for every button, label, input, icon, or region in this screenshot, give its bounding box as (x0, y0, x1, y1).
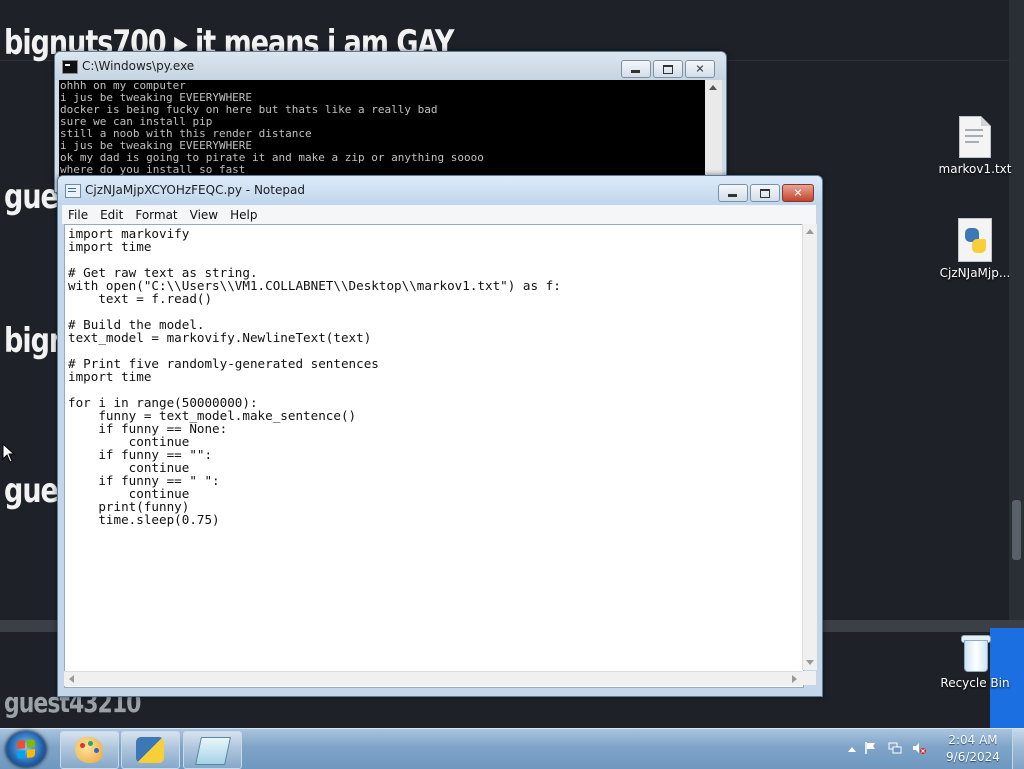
system-clock[interactable]: 2:04 AM 9/6/2024 (938, 732, 1008, 766)
desktop-icon-label: CjzNJaMjp... (939, 266, 1011, 280)
minimize-icon (728, 194, 737, 197)
code-text[interactable]: import markovify import time # Get raw t… (65, 225, 803, 528)
show-hidden-icons-icon[interactable] (848, 747, 856, 752)
console-scrollbar[interactable] (705, 80, 722, 190)
scroll-up-icon[interactable] (806, 229, 814, 234)
horizontal-scrollbar[interactable] (64, 671, 802, 686)
close-button[interactable]: ✕ (685, 60, 715, 78)
scrollbar-corner (802, 671, 816, 685)
notepad-icon (65, 184, 81, 198)
wallpaper-scrollbar (1009, 0, 1024, 620)
minimize-button[interactable] (718, 184, 748, 202)
clock-time: 2:04 AM (948, 733, 998, 747)
maximize-button[interactable] (750, 184, 780, 202)
console-title: C:\Windows\py.exe (82, 59, 195, 73)
recycle-bin-icon (960, 632, 991, 672)
scroll-right-icon[interactable] (792, 675, 797, 683)
console-icon (62, 60, 78, 74)
paint-icon (75, 737, 103, 763)
code-line: text_model = markovify.NewlineText(text) (68, 330, 372, 345)
menu-edit[interactable]: Edit (94, 208, 129, 222)
notepad-titlebar[interactable]: CjzNJaMjpXCYOHzFEQC.py - Notepad ✕ (58, 176, 822, 206)
close-icon: ✕ (695, 62, 705, 76)
clock-date: 9/6/2024 (946, 750, 1000, 764)
close-icon: ✕ (793, 186, 803, 200)
desktop-icon-markov1[interactable]: markov1.txt (935, 116, 1015, 176)
notepad-title: CjzNJaMjpXCYOHzFEQC.py - Notepad (85, 183, 305, 197)
taskbar: 2:04 AM 9/6/2024 (0, 728, 1024, 769)
code-line: import markovify (68, 226, 190, 241)
taskbar-item-paint[interactable] (60, 731, 119, 769)
desktop-icon-label: markov1.txt (938, 162, 1012, 176)
desktop-icon-label: Recycle Bin (940, 676, 1010, 690)
python-file-icon (958, 218, 992, 262)
maximize-button[interactable] (653, 60, 683, 78)
python-launcher-icon (136, 737, 164, 763)
code-line: time.sleep(0.75) (68, 512, 220, 527)
desktop-icon-python-script[interactable]: CjzNJaMjp... (935, 218, 1015, 280)
scroll-down-icon[interactable] (806, 660, 814, 665)
volume-muted-icon[interactable] (912, 741, 926, 755)
windows-logo-icon (17, 739, 35, 759)
notepad-icon (195, 737, 231, 765)
menu-view[interactable]: View (184, 208, 224, 222)
maximize-icon (663, 65, 673, 74)
taskbar-item-python[interactable] (121, 731, 180, 769)
notepad-window[interactable]: CjzNJaMjpXCYOHzFEQC.py - Notepad ✕ File … (57, 175, 823, 697)
code-line: import time (68, 239, 152, 254)
console-output[interactable]: ohhh on my computer i jus be tweaking EV… (59, 80, 705, 190)
network-icon[interactable] (888, 741, 902, 755)
mouse-cursor-icon (2, 443, 16, 463)
action-center-flag-icon[interactable] (864, 741, 878, 755)
console-titlebar[interactable]: C:\Windows\py.exe ✕ (55, 52, 726, 80)
code-line: # Print five randomly-generated sentence… (68, 356, 379, 371)
code-line: text = f.read() (68, 291, 213, 306)
console-window[interactable]: C:\Windows\py.exe ✕ ohhh on my computer … (54, 51, 727, 193)
start-button[interactable] (6, 731, 46, 767)
menu-file[interactable]: File (62, 208, 94, 222)
taskbar-item-notepad[interactable] (183, 731, 242, 769)
maximize-icon (760, 189, 770, 198)
minimize-icon (631, 70, 640, 73)
menu-bar: File Edit Format View Help (62, 205, 816, 224)
text-editor[interactable]: import markovify import time # Get raw t… (64, 224, 804, 688)
vertical-scrollbar[interactable] (802, 224, 817, 670)
text-file-icon (959, 116, 991, 158)
scroll-left-icon[interactable] (69, 675, 74, 683)
close-button[interactable]: ✕ (782, 184, 814, 202)
minimize-button[interactable] (621, 60, 651, 78)
desktop-icon-recycle-bin[interactable]: Recycle Bin (935, 632, 1015, 690)
menu-help[interactable]: Help (224, 208, 263, 222)
show-desktop-button[interactable] (1012, 729, 1024, 769)
scroll-up-icon[interactable] (709, 85, 717, 90)
menu-format[interactable]: Format (129, 208, 183, 222)
code-line: import time (68, 369, 152, 384)
